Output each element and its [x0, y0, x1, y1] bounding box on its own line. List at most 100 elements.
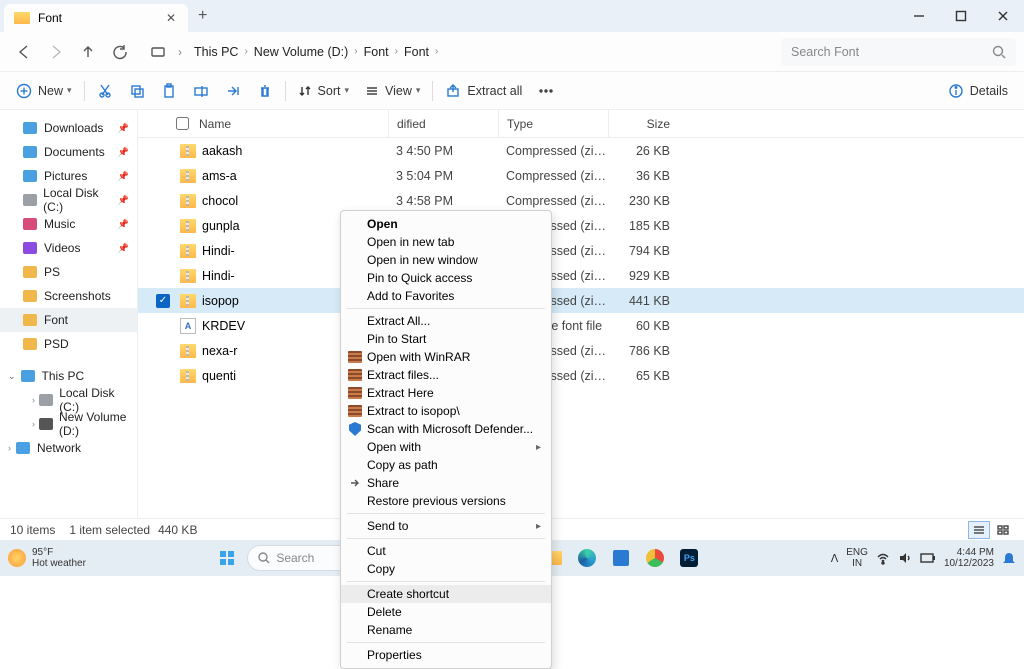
delete-icon[interactable] [249, 77, 281, 105]
context-menu-item[interactable]: Create shortcut [341, 585, 551, 603]
breadcrumb[interactable]: This PC›New Volume (D:)›Font›Font› [186, 38, 773, 66]
context-menu-item[interactable]: Copy [341, 560, 551, 578]
close-button[interactable] [982, 0, 1024, 32]
notifications-icon[interactable] [1002, 551, 1016, 565]
sidebar-item[interactable]: Font [0, 308, 137, 332]
context-menu-item[interactable]: Pin to Start [341, 330, 551, 348]
tray-chevron-icon[interactable]: ᐱ [831, 552, 839, 565]
copy-icon[interactable] [121, 77, 153, 105]
context-menu-item[interactable]: Open [341, 215, 551, 233]
video-icon [22, 241, 38, 255]
context-menu-item[interactable]: Send to▸ [341, 517, 551, 535]
window-tab[interactable]: Font ✕ [4, 4, 188, 32]
details-view-button[interactable] [968, 521, 990, 539]
context-menu-item[interactable]: Pin to Quick access [341, 269, 551, 287]
details-button[interactable]: Details [940, 77, 1016, 105]
select-all-checkbox[interactable] [176, 117, 189, 130]
table-row[interactable]: ✓isopop23 4:32 PMCompressed (zipped)...4… [138, 288, 1024, 313]
wifi-icon[interactable] [876, 551, 890, 565]
view-button[interactable]: View ▾ [357, 77, 428, 105]
battery-icon[interactable] [920, 552, 936, 564]
clock[interactable]: 4:44 PM 10/12/2023 [944, 547, 994, 569]
cut-icon[interactable] [89, 77, 121, 105]
disk-icon [39, 393, 53, 407]
breadcrumb-segment[interactable]: This PC [194, 45, 238, 59]
maximize-button[interactable] [940, 0, 982, 32]
search-input[interactable]: Search Font [781, 38, 1016, 66]
context-menu-item[interactable]: Rename [341, 621, 551, 639]
context-menu-item[interactable]: Open in new tab [341, 233, 551, 251]
close-tab-icon[interactable]: ✕ [164, 11, 178, 25]
context-menu-item[interactable]: Extract files... [341, 366, 551, 384]
new-button[interactable]: New ▾ [8, 77, 80, 105]
context-menu-item[interactable]: Copy as path [341, 456, 551, 474]
sidebar-this-pc[interactable]: ⌄This PC [0, 364, 137, 388]
new-tab-button[interactable]: + [198, 7, 207, 25]
context-menu-item[interactable]: Extract All... [341, 312, 551, 330]
music-icon [22, 217, 38, 231]
rename-icon[interactable] [185, 77, 217, 105]
table-row[interactable]: AKRDEV3 6:52 PMTrueType font file60 KB [138, 313, 1024, 338]
table-row[interactable]: quenti3 4:57 PMCompressed (zipped)...65 … [138, 363, 1024, 388]
zip-icon [180, 219, 196, 233]
winrar-icon [347, 349, 363, 365]
sidebar-item[interactable]: Screenshots [0, 284, 137, 308]
icons-view-button[interactable] [992, 521, 1014, 539]
back-button[interactable] [8, 36, 40, 68]
photoshop-icon[interactable]: Ps [675, 544, 703, 572]
sidebar-item[interactable]: Documents📌 [0, 140, 137, 164]
winrar-icon [347, 403, 363, 419]
context-menu-item[interactable]: Cut [341, 542, 551, 560]
context-menu-item[interactable]: Extract Here [341, 384, 551, 402]
edge-icon[interactable] [573, 544, 601, 572]
context-menu-item[interactable]: Open with WinRAR [341, 348, 551, 366]
sidebar-item[interactable]: PS [0, 260, 137, 284]
context-menu-item[interactable]: Properties [341, 646, 551, 664]
sidebar-item[interactable]: Pictures📌 [0, 164, 137, 188]
sidebar-item[interactable]: Music📌 [0, 212, 137, 236]
sidebar-network[interactable]: ›Network [0, 436, 137, 460]
context-menu-item[interactable]: Delete [341, 603, 551, 621]
chrome-icon[interactable] [641, 544, 669, 572]
sidebar-item[interactable]: Local Disk (C:)📌 [0, 188, 137, 212]
sidebar-drive[interactable]: ›New Volume (D:) [0, 412, 137, 436]
sidebar-item[interactable]: PSD [0, 332, 137, 356]
breadcrumb-segment[interactable]: Font [404, 45, 429, 59]
sidebar-drive[interactable]: ›Local Disk (C:) [0, 388, 137, 412]
paste-icon[interactable] [153, 77, 185, 105]
row-checkbox[interactable]: ✓ [156, 294, 170, 308]
volume-icon[interactable] [898, 551, 912, 565]
refresh-button[interactable] [104, 36, 136, 68]
table-row[interactable]: Hindi-3 6:56 PMCompressed (zipped)...794… [138, 238, 1024, 263]
location-icon[interactable] [142, 36, 174, 68]
context-menu-item[interactable]: Add to Favorites [341, 287, 551, 305]
context-menu-item[interactable]: Restore previous versions [341, 492, 551, 510]
minimize-button[interactable] [898, 0, 940, 32]
table-row[interactable]: Hindi-23 1:35 PMCompressed (zipped)...92… [138, 263, 1024, 288]
context-menu-item[interactable]: Scan with Microsoft Defender... [341, 420, 551, 438]
table-row[interactable]: ams-a3 5:04 PMCompressed (zipped)...36 K… [138, 163, 1024, 188]
sort-button[interactable]: Sort ▾ [290, 77, 357, 105]
context-menu-item[interactable]: Extract to isopop\ [341, 402, 551, 420]
table-row[interactable]: nexa-r3 4:55 PMCompressed (zipped)...786… [138, 338, 1024, 363]
table-row[interactable]: gunpla3 4:57 PMCompressed (zipped)...185… [138, 213, 1024, 238]
weather-widget[interactable]: 95°F Hot weather [8, 547, 86, 569]
context-menu-item[interactable]: Open with▸ [341, 438, 551, 456]
breadcrumb-segment[interactable]: New Volume (D:) [254, 45, 348, 59]
forward-button[interactable] [40, 36, 72, 68]
table-row[interactable]: aakash3 4:50 PMCompressed (zipped)...26 … [138, 138, 1024, 163]
context-menu-item[interactable]: Share [341, 474, 551, 492]
share-icon[interactable] [217, 77, 249, 105]
table-row[interactable]: chocol3 4:58 PMCompressed (zipped)...230… [138, 188, 1024, 213]
up-button[interactable] [72, 36, 104, 68]
column-headers[interactable]: Name dified Type Size [138, 110, 1024, 138]
more-button[interactable] [530, 77, 562, 105]
breadcrumb-segment[interactable]: Font [364, 45, 389, 59]
sidebar-item[interactable]: Videos📌 [0, 236, 137, 260]
store-icon[interactable] [607, 544, 635, 572]
sidebar-item[interactable]: Downloads📌 [0, 116, 137, 140]
start-button[interactable] [213, 544, 241, 572]
language-indicator[interactable]: ENG IN [846, 547, 868, 569]
context-menu-item[interactable]: Open in new window [341, 251, 551, 269]
extract-all-button[interactable]: Extract all [437, 77, 530, 105]
